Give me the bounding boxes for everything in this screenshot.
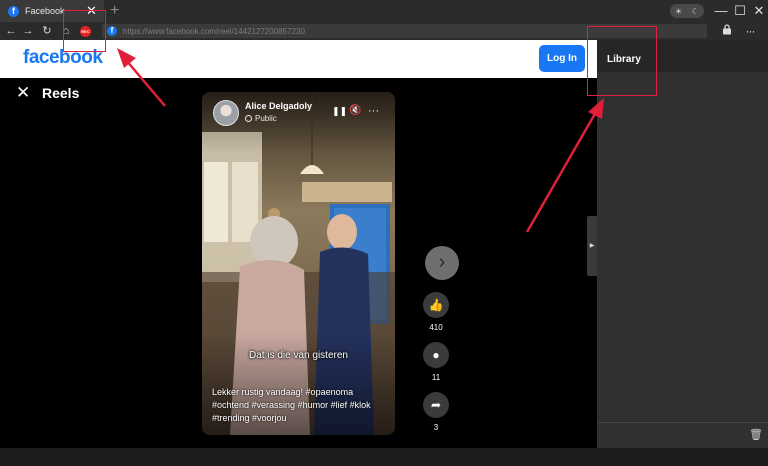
panel-divider: [597, 422, 768, 423]
library-panel: Library 🗑: [597, 40, 768, 448]
globe-icon: [245, 115, 252, 122]
like-button[interactable]: 👍: [423, 292, 449, 318]
reel-video[interactable]: Alice Delgadoly Public ❚❚ 🔇 ··· Dat is d…: [202, 92, 395, 435]
minimize-button[interactable]: —: [713, 2, 729, 20]
comment-count: 11: [431, 373, 441, 382]
back-button[interactable]: ←: [4, 22, 18, 40]
comment-icon: ●: [432, 348, 440, 362]
lock-icon[interactable]: [720, 24, 734, 38]
facebook-favicon-icon: f: [107, 26, 117, 36]
author-avatar[interactable]: [213, 100, 239, 126]
video-caption: Dat is die van gisteren: [249, 350, 348, 361]
theme-toggle[interactable]: ☀ ☾: [670, 4, 704, 18]
status-bar: [0, 448, 768, 466]
browser-menu-button[interactable]: ···: [742, 22, 758, 40]
moon-icon: ☾: [691, 6, 700, 16]
reels-viewer: ✕ Reels Alice Delgadoly Public ❚❚ 🔇 ··· …: [0, 78, 597, 448]
reels-close-icon[interactable]: ✕: [16, 83, 30, 103]
comment-button[interactable]: ●: [423, 342, 449, 368]
tab-title: Facebook: [25, 6, 65, 16]
library-highlight-box: [587, 26, 657, 96]
video-gradient: [202, 92, 395, 435]
next-reel-button[interactable]: ›: [425, 246, 459, 280]
rec-highlight-box: [63, 10, 106, 52]
panel-collapse-handle[interactable]: ▶: [587, 216, 597, 276]
sun-icon: ☀: [674, 6, 683, 16]
mute-icon[interactable]: 🔇: [349, 104, 361, 118]
maximize-button[interactable]: ☐: [732, 2, 748, 20]
close-window-button[interactable]: ✕: [751, 2, 767, 20]
share-button[interactable]: ➦: [423, 392, 449, 418]
reel-more-icon[interactable]: ···: [368, 104, 379, 118]
reels-title: Reels: [42, 85, 80, 101]
like-count: 410: [429, 323, 443, 332]
reel-description: Lekker rustig vandaag! #opaenoma #ochten…: [212, 387, 371, 423]
share-count: 3: [433, 423, 439, 432]
new-tab-button[interactable]: +: [110, 1, 119, 21]
reload-button[interactable]: ↻: [40, 22, 54, 40]
like-icon: 👍: [428, 298, 444, 312]
pause-icon[interactable]: ❚❚: [332, 104, 347, 118]
forward-button[interactable]: →: [21, 22, 35, 40]
url-text: https://www.facebook.com/reel/1442127200…: [123, 26, 305, 36]
share-icon: ➦: [430, 398, 442, 412]
facebook-favicon-icon: f: [8, 5, 19, 17]
login-button[interactable]: Log In: [539, 45, 585, 72]
audience-label: Public: [245, 114, 277, 123]
tab-strip: f Facebook ✕ + ☀ ☾ — ☐ ✕: [0, 0, 768, 22]
author-name[interactable]: Alice Delgadoly: [245, 101, 312, 111]
trash-icon[interactable]: 🗑: [749, 428, 763, 441]
audience-text: Public: [255, 114, 277, 123]
